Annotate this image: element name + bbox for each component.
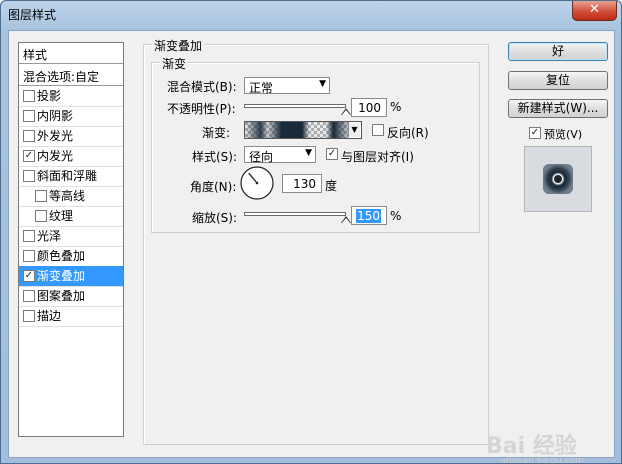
style-list-item-label: 斜面和浮雕 (37, 169, 98, 183)
blending-options-item[interactable]: 混合选项:自定 (19, 64, 123, 86)
style-list-header[interactable]: 样式 (19, 43, 123, 64)
gradient-label: 渐变: (202, 126, 231, 140)
preview-checkbox[interactable]: ✓ (529, 127, 541, 139)
style-list-item[interactable]: 斜面和浮雕 (19, 166, 123, 187)
style-list-item[interactable]: 图案叠加 (19, 286, 123, 307)
style-preview (524, 146, 592, 212)
style-checkbox[interactable]: ✓ (23, 150, 35, 162)
style-select[interactable]: 径向 ▼ (244, 146, 316, 164)
blend-mode-select[interactable]: 正常 ▼ (244, 77, 330, 95)
style-checkbox[interactable] (23, 90, 35, 102)
preview-thumbnail (543, 164, 573, 194)
window-title: 图层样式 (8, 8, 57, 22)
reverse-checkbox[interactable] (372, 124, 384, 136)
style-list-item-label: 外发光 (37, 129, 74, 143)
angle-input[interactable]: 130 (282, 174, 322, 193)
style-list-item[interactable]: 描边 (19, 306, 123, 327)
gradient-overlay-legend: 渐变叠加 (152, 37, 205, 54)
scale-input[interactable]: 150 (351, 206, 387, 225)
scale-unit: % (390, 209, 402, 223)
style-list-item[interactable]: 外发光 (19, 126, 123, 147)
style-list-item-label: 投影 (37, 89, 62, 103)
style-checkbox[interactable] (23, 250, 35, 262)
gradient-swatch[interactable] (245, 122, 349, 138)
style-list-item-label: 描边 (37, 309, 62, 323)
angle-dial[interactable] (239, 165, 275, 201)
style-checkbox[interactable] (35, 210, 47, 222)
style-list-item[interactable]: 颜色叠加 (19, 246, 123, 267)
style-checkbox[interactable] (23, 130, 35, 142)
style-checkbox[interactable] (23, 310, 35, 322)
style-list-item[interactable]: ✓ 内发光 (19, 146, 123, 167)
scale-slider[interactable] (244, 212, 346, 216)
dialog-body: 样式 混合选项:自定 投影 内阴影 外发光 ✓ 内发光 斜面和浮雕 等高线 纹理 光泽 颜色叠加 ✓… (8, 30, 615, 463)
style-list-item-label: 纹理 (49, 209, 74, 223)
style-list-item-label: 图案叠加 (37, 289, 86, 303)
preview-label: 预览(V) (544, 128, 583, 141)
layer-style-dialog: 图层样式 ✕ 样式 混合选项:自定 投影 内阴影 外发光 ✓ 内发光 斜面和浮雕 等高线 纹理… (0, 0, 622, 464)
angle-label: 角度(N): (190, 180, 237, 194)
new-style-button[interactable]: 新建样式(W)... (508, 99, 608, 118)
style-list: 样式 混合选项:自定 投影 内阴影 外发光 ✓ 内发光 斜面和浮雕 等高线 纹理 光泽 颜色叠加 ✓… (18, 42, 124, 437)
close-button[interactable]: ✕ (572, 1, 617, 21)
reverse-label: 反向(R) (387, 126, 429, 140)
style-checkbox[interactable]: ✓ (23, 270, 35, 282)
style-list-item[interactable]: 投影 (19, 86, 123, 107)
watermark-url: jingyan.baidu.com (501, 456, 585, 464)
style-list-header-label: 样式 (23, 48, 48, 62)
style-checkbox[interactable] (23, 290, 35, 302)
chevron-down-icon: ▼ (305, 148, 312, 158)
style-checkbox[interactable] (23, 230, 35, 242)
ok-button[interactable]: 好 (508, 42, 608, 61)
blending-options-label: 混合选项:自定 (23, 70, 100, 84)
style-checkbox[interactable] (23, 170, 35, 182)
gradient-legend: 渐变 (160, 55, 189, 72)
opacity-slider[interactable] (244, 104, 346, 108)
reset-button[interactable]: 复位 (508, 71, 608, 90)
opacity-value: 100 (358, 101, 381, 115)
style-list-item-label: 渐变叠加 (37, 269, 86, 283)
gradient-picker[interactable]: ▼ (244, 121, 362, 139)
opacity-slider-thumb[interactable] (341, 108, 351, 115)
title-bar[interactable]: 图层样式 ✕ (1, 1, 621, 29)
style-value: 径向 (249, 150, 274, 164)
style-list-item[interactable]: 纹理 (19, 206, 123, 227)
opacity-unit: % (390, 100, 402, 114)
opacity-label: 不透明性(P): (167, 102, 236, 116)
style-list-item-label: 颜色叠加 (37, 249, 86, 263)
align-with-layer-checkbox[interactable]: ✓ (326, 148, 338, 160)
style-list-item-label: 内发光 (37, 149, 74, 163)
style-list-item[interactable]: 等高线 (19, 186, 123, 207)
align-with-layer-label: 与图层对齐(I) (341, 150, 414, 164)
scale-value: 150 (356, 209, 381, 223)
style-list-item-label: 内阴影 (37, 109, 74, 123)
style-label: 样式(S): (192, 150, 238, 164)
style-list-item-label: 等高线 (49, 189, 86, 203)
blend-mode-value: 正常 (249, 81, 274, 95)
style-list-item[interactable]: ✓ 渐变叠加 (19, 266, 123, 287)
scale-label: 缩放(S): (192, 211, 238, 225)
style-checkbox[interactable] (23, 110, 35, 122)
chevron-down-icon: ▼ (319, 79, 326, 89)
angle-value: 130 (293, 177, 316, 191)
style-list-item[interactable]: 光泽 (19, 226, 123, 247)
scale-slider-thumb[interactable] (341, 216, 351, 223)
style-list-item-label: 光泽 (37, 229, 62, 243)
chevron-down-icon[interactable]: ▼ (348, 123, 360, 137)
opacity-input[interactable]: 100 (351, 98, 387, 117)
style-list-item[interactable]: 内阴影 (19, 106, 123, 127)
blend-mode-label: 混合模式(B): (167, 80, 237, 94)
angle-unit: 度 (325, 179, 338, 193)
style-checkbox[interactable] (35, 190, 47, 202)
